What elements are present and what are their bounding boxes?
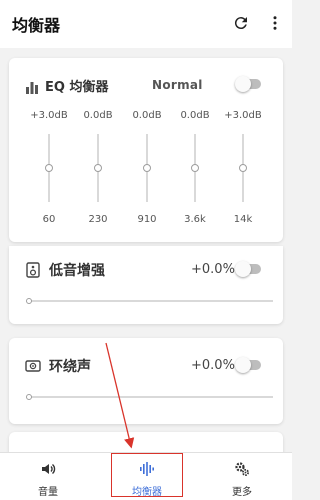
refresh-icon[interactable]	[232, 14, 250, 32]
speaker-icon	[40, 461, 56, 477]
eq-band-gain: +3.0dB	[224, 110, 262, 121]
annotation-highlight-box	[111, 453, 183, 497]
surround-label: 环绕声	[49, 359, 91, 375]
eq-band-slider-knob[interactable]	[94, 164, 102, 172]
eq-band-slider-knob[interactable]	[191, 164, 199, 172]
bar-chart-icon	[25, 79, 39, 94]
app-bar: 均衡器	[0, 0, 292, 48]
page-title: 均衡器	[12, 16, 61, 35]
equalizer-header: EQ 均衡器	[25, 76, 108, 95]
nav-item-more[interactable]: 更多	[207, 453, 277, 500]
toggle-thumb	[235, 76, 251, 92]
eq-band-slider-knob[interactable]	[45, 164, 53, 172]
eq-band-frequency: 910	[137, 214, 157, 225]
eq-band-slider-knob[interactable]	[239, 164, 247, 172]
equalizer-toggle[interactable]	[235, 76, 263, 92]
nav-item-volume[interactable]: 音量	[13, 453, 83, 500]
surround-header: 环绕声	[25, 356, 91, 376]
bass-boost-toggle[interactable]	[235, 261, 263, 277]
surround-speaker-icon	[25, 358, 41, 374]
bass-boost-header: 低音增强	[25, 260, 105, 280]
gears-icon	[234, 461, 250, 477]
more-vert-icon[interactable]	[266, 14, 284, 32]
eq-band-gain: +3.0dB	[30, 110, 68, 121]
bass-boost-slider[interactable]	[29, 300, 273, 302]
toggle-thumb	[235, 261, 251, 277]
surround-value: +0.0%	[191, 358, 235, 373]
eq-band-slider-knob[interactable]	[143, 164, 151, 172]
eq-band-frequency: 230	[88, 214, 108, 225]
eq-band-frequency: 60	[42, 214, 56, 225]
eq-band-frequency: 14k	[233, 214, 253, 225]
bass-boost-label: 低音增强	[49, 263, 105, 279]
eq-band-gain: 0.0dB	[132, 110, 162, 121]
bass-boost-slider-knob[interactable]	[26, 298, 32, 304]
eq-band-gain: 0.0dB	[180, 110, 210, 121]
eq-band-gain: 0.0dB	[83, 110, 113, 121]
eq-band-frequency: 3.6k	[184, 214, 206, 225]
bass-boost-card: 低音增强 +0.0%	[9, 246, 283, 324]
surround-card: 环绕声 +0.0%	[9, 338, 283, 424]
bass-boost-value: +0.0%	[191, 262, 235, 277]
nav-label-volume: 音量	[38, 487, 58, 498]
surround-slider-knob[interactable]	[26, 394, 32, 400]
speaker-box-icon	[25, 262, 41, 278]
toggle-thumb	[235, 357, 251, 373]
nav-label-more: 更多	[232, 487, 252, 498]
surround-toggle[interactable]	[235, 357, 263, 373]
preset-selector[interactable]: Normal	[152, 78, 203, 92]
equalizer-label: EQ 均衡器	[45, 80, 109, 95]
surround-slider[interactable]	[29, 396, 273, 398]
